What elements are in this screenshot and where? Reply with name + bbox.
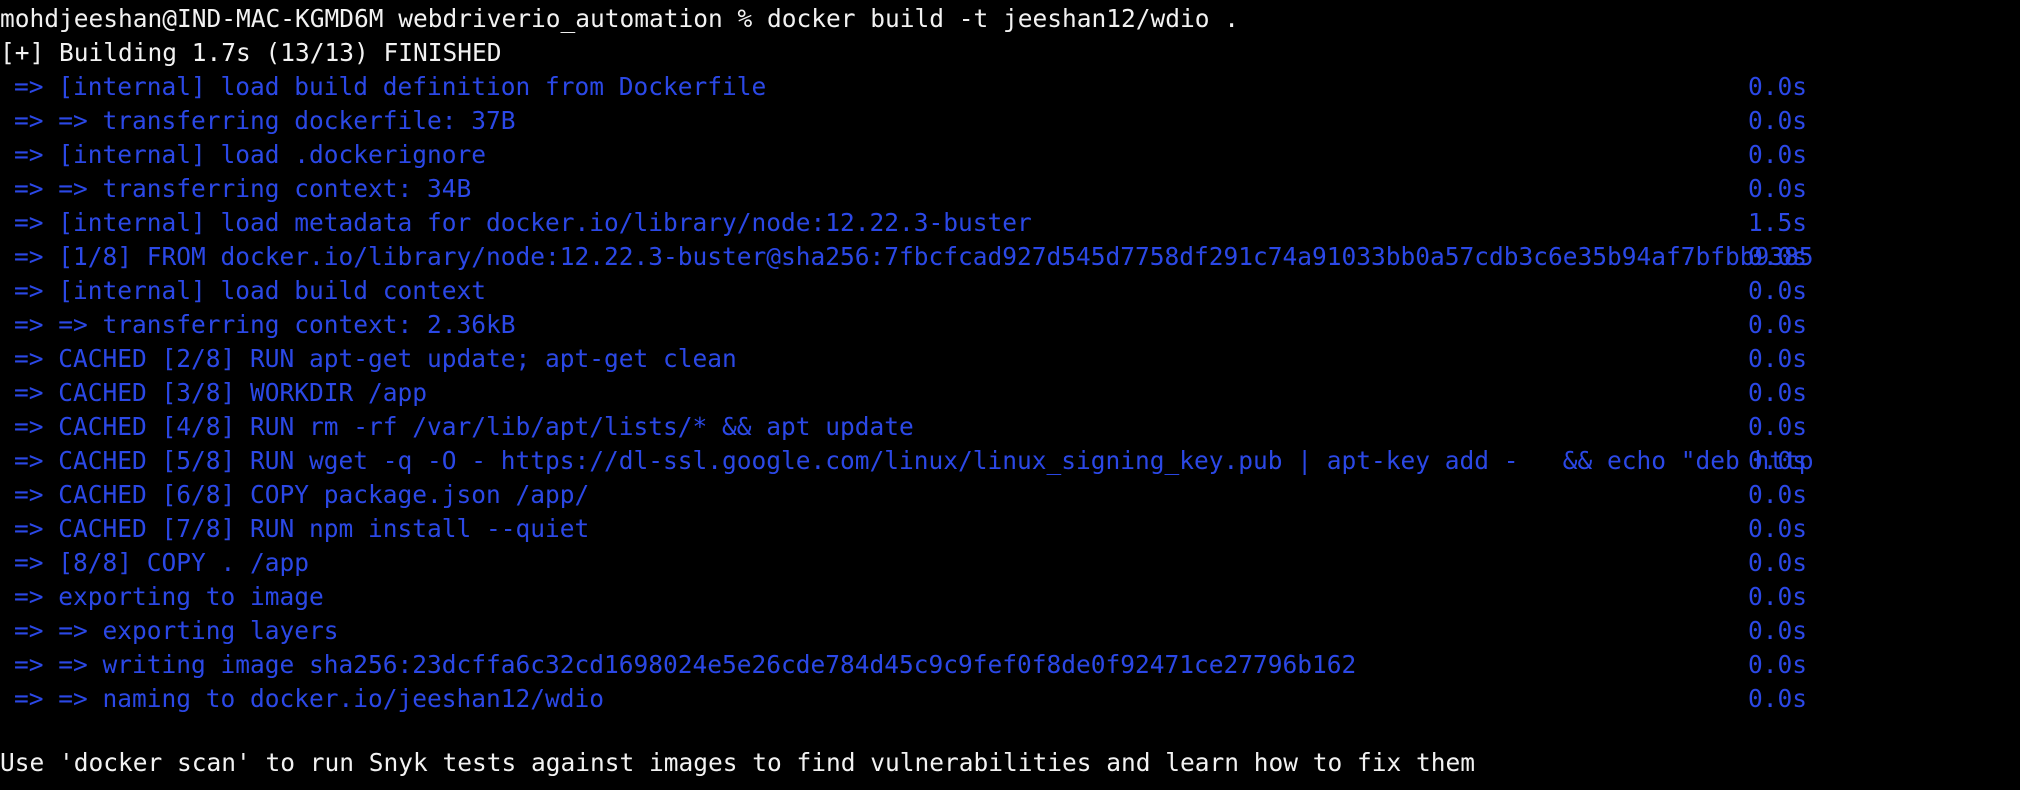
build-step-text: => => transferring context: 2.36kB [14,310,516,339]
build-step-time: 1.5s [1748,208,1808,237]
build-step-text: => [internal] load metadata for docker.i… [14,208,1032,237]
build-step-time: 0.0s [1748,684,1808,713]
build-step-time: 0.0s [1748,514,1808,543]
build-step-text: => => transferring context: 34B [14,174,472,203]
build-step-time: 0.0s [1748,582,1808,611]
build-step-text: => CACHED [5/8] RUN wget -q -O - https:/… [14,446,1814,475]
build-step-time: 0.0s [1748,548,1808,577]
build-step-row: => => transferring context: 34B 0.0s [0,172,2020,206]
build-step-text: => CACHED [3/8] WORKDIR /app [14,378,428,407]
build-step-row: => CACHED [2/8] RUN apt-get update; apt-… [0,342,2020,376]
terminal-window[interactable]: mohdjeeshan@IND-MAC-KGMD6M webdriverio_a… [0,0,2020,790]
build-step-row: => CACHED [5/8] RUN wget -q -O - https:/… [0,444,2020,478]
command-prompt-text: mohdjeeshan@IND-MAC-KGMD6M webdriverio_a… [0,4,1240,33]
build-step-text: => => exporting layers [14,616,339,645]
build-step-text: => [internal] load build context [14,276,487,305]
build-step-row: => CACHED [7/8] RUN npm install --quiet 0… [0,512,2020,546]
build-step-text: => => naming to docker.io/jeeshan12/wdio [14,684,605,713]
build-step-time: 0.0s [1748,140,1808,169]
build-step-text: => CACHED [2/8] RUN apt-get update; apt-… [14,344,737,373]
build-step-time: 0.0s [1748,378,1808,407]
build-status-text: [+] Building 1.7s (13/13) FINISHED [0,38,502,67]
build-step-time: 0.0s [1748,650,1808,679]
build-status-line: [+] Building 1.7s (13/13) FINISHED [0,36,2020,70]
build-step-row: => [internal] load .dockerignore 0.0s [0,138,2020,172]
build-step-text: => CACHED [7/8] RUN npm install --quiet [14,514,590,543]
build-step-row: => => transferring context: 2.36kB 0.0s [0,308,2020,342]
build-step-row: => [internal] load build definition from… [0,70,2020,104]
build-step-time: 0.0s [1748,242,1808,271]
build-step-row: => => transferring dockerfile: 37B 0.0s [0,104,2020,138]
build-step-row: => [1/8] FROM docker.io/library/node:12.… [0,240,2020,274]
build-step-time: 0.0s [1748,412,1808,441]
build-step-row: => => naming to docker.io/jeeshan12/wdio… [0,682,2020,716]
build-step-time: 0.0s [1748,344,1808,373]
build-step-row: => CACHED [6/8] COPY package.json /app/0… [0,478,2020,512]
docker-scan-notice-line: Use 'docker scan' to run Snyk tests agai… [0,746,2020,780]
build-step-row: => => writing image sha256:23dcffa6c32cd… [0,648,2020,682]
build-step-time: 0.0s [1748,276,1808,305]
build-step-row: => exporting to image 0.0s [0,580,2020,614]
command-prompt-line: mohdjeeshan@IND-MAC-KGMD6M webdriverio_a… [0,2,2020,36]
build-step-text: => [internal] load build definition from… [14,72,767,101]
build-step-row: => [internal] load build context 0.0s [0,274,2020,308]
build-step-time: 0.0s [1748,616,1808,645]
build-step-time: 0.0s [1748,310,1808,339]
docker-scan-notice-text: Use 'docker scan' to run Snyk tests agai… [0,748,1476,777]
build-step-time: 0.0s [1748,446,1808,475]
build-step-row: => => exporting layers 0.0s [0,614,2020,648]
build-step-text: => exporting to image [14,582,324,611]
build-step-row: => CACHED [3/8] WORKDIR /app 0.0s [0,376,2020,410]
build-step-text: => => transferring dockerfile: 37B [14,106,516,135]
build-step-row: => [internal] load metadata for docker.i… [0,206,2020,240]
build-step-text: => [8/8] COPY . /app [14,548,310,577]
build-step-row: => [8/8] COPY . /app 0.0s [0,546,2020,580]
build-step-text: => CACHED [6/8] COPY package.json /app/ [14,480,590,509]
build-step-time: 0.0s [1748,72,1808,101]
build-step-text: => [1/8] FROM docker.io/library/node:12.… [14,242,1814,271]
build-step-text: => CACHED [4/8] RUN rm -rf /var/lib/apt/… [14,412,914,441]
build-step-text: => [internal] load .dockerignore [14,140,487,169]
build-step-time: 0.0s [1748,174,1808,203]
build-step-time: 0.0s [1748,480,1808,509]
build-step-row: => CACHED [4/8] RUN rm -rf /var/lib/apt/… [0,410,2020,444]
build-step-time: 0.0s [1748,106,1808,135]
build-step-text: => => writing image sha256:23dcffa6c32cd… [14,650,1357,679]
